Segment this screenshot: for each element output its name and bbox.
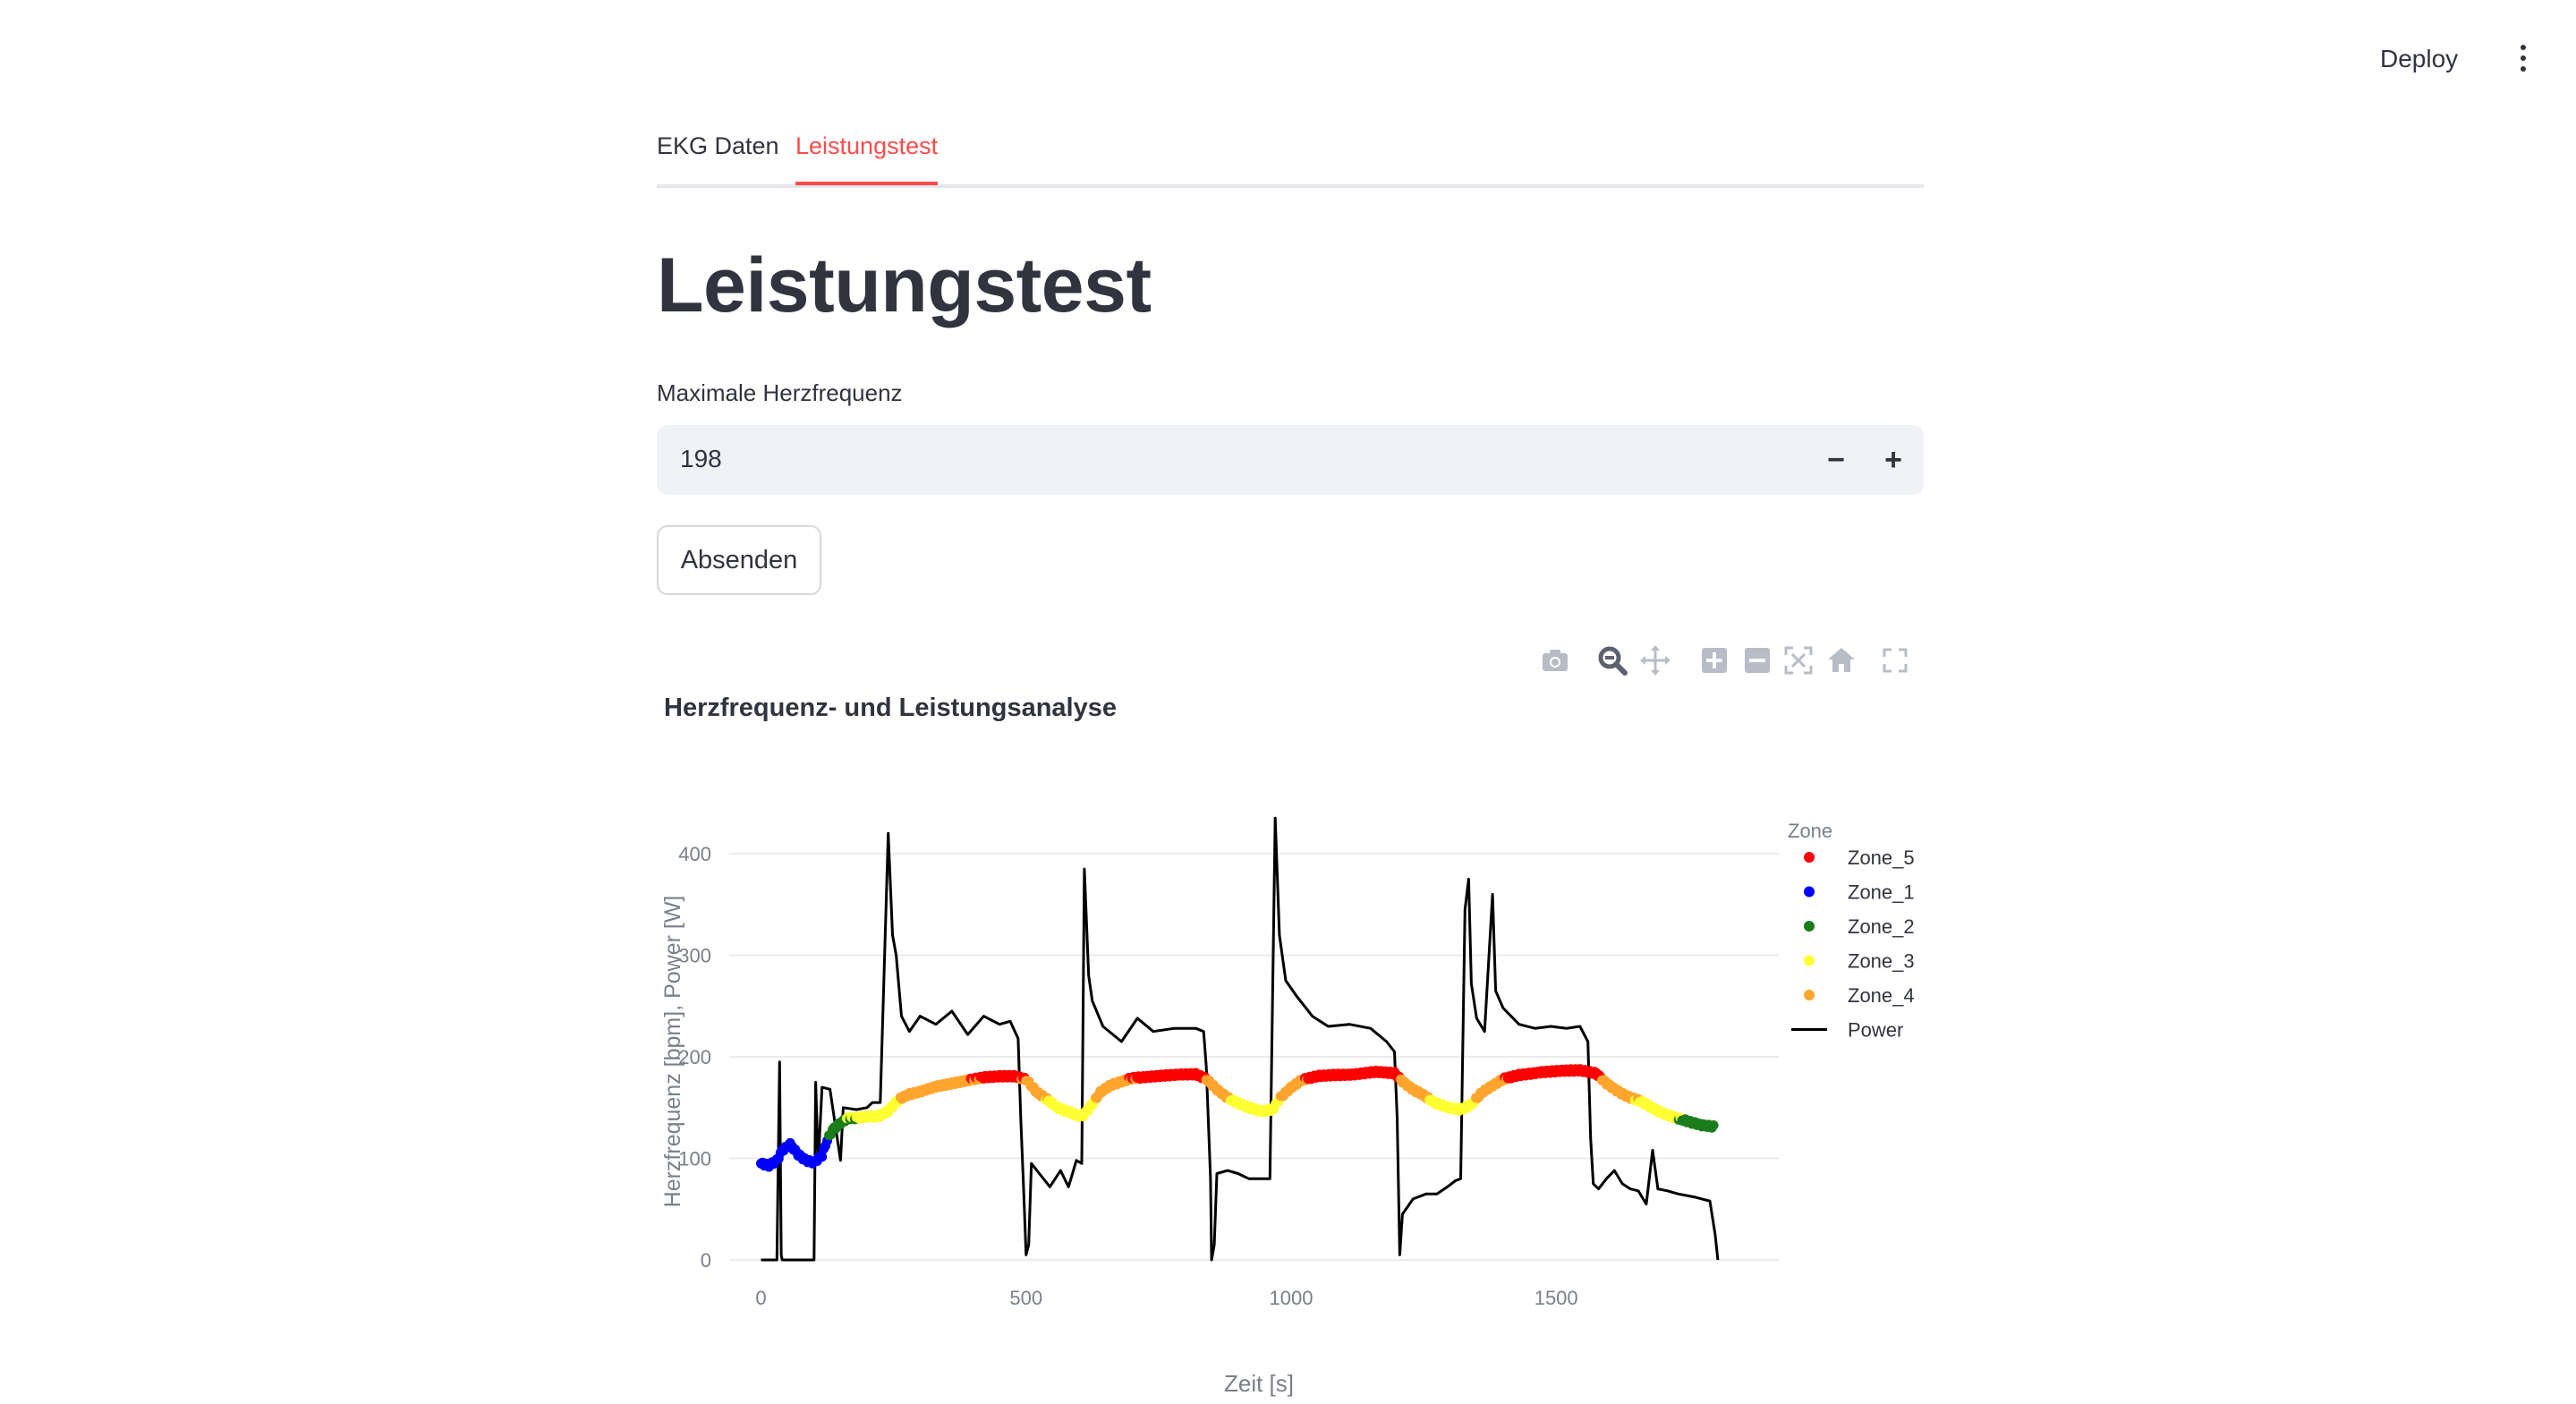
legend-item-zone-5[interactable]: Zone_5	[1848, 847, 1915, 869]
max-hr-number-input[interactable]: 198 − +	[657, 425, 1924, 495]
app-header: Deploy	[0, 0, 2576, 106]
autoscale-icon[interactable]	[1782, 644, 1815, 676]
legend-item-power[interactable]: Power	[1848, 1019, 1903, 1042]
zoom-icon[interactable]	[1596, 644, 1628, 676]
submit-button[interactable]: Absenden	[657, 525, 821, 595]
legend-item-zone-3[interactable]: Zone_3	[1848, 950, 1915, 973]
x-axis-label: Zeit [s]	[1224, 1370, 1294, 1397]
max-hr-label: Maximale Herzfrequenz	[657, 379, 903, 406]
page-title: Leistungstest	[657, 243, 1152, 328]
x-tick-label: 1500	[1535, 1287, 1578, 1309]
x-axis-ticks: 0 500 1000 1500	[755, 1287, 1577, 1309]
zoom-in-icon[interactable]	[1698, 644, 1730, 676]
increment-button[interactable]: +	[1865, 425, 1922, 495]
hr-power-chart[interactable]: Herzfrequenz- und Leistungsanalyse 01002…	[653, 680, 1942, 1404]
y-tick-label: 400	[678, 843, 711, 865]
x-tick-label: 0	[755, 1287, 766, 1309]
legend-item-zone-1[interactable]: Zone_1	[1848, 881, 1915, 904]
legend-marker	[1804, 886, 1815, 898]
legend-marker	[1804, 921, 1815, 932]
max-hr-value[interactable]: 198	[680, 445, 722, 473]
reset-axes-icon[interactable]	[1825, 644, 1858, 676]
y-tick-label: 0	[701, 1249, 711, 1272]
camera-icon[interactable]	[1539, 644, 1571, 676]
x-tick-label: 500	[1009, 1287, 1042, 1309]
x-tick-label: 1000	[1269, 1287, 1313, 1309]
main-menu-icon[interactable]	[2515, 45, 2531, 75]
y-axis-label: Herzfrequenz [bpm], Power [W]	[660, 896, 685, 1208]
pan-icon[interactable]	[1639, 644, 1671, 676]
legend-marker	[1804, 955, 1815, 966]
legend-item-zone-2[interactable]: Zone_2	[1848, 915, 1915, 938]
tab-bar: EKG Daten Leistungstest	[657, 123, 1924, 188]
zoom-out-icon[interactable]	[1741, 644, 1773, 676]
chart-legend: Zone Zone_5 Zone_1 Zone_2 Zone_3 Zone_4 Power	[1788, 820, 1915, 1042]
plot-area	[756, 816, 1720, 1262]
chart-title: Herzfrequenz- und Leistungsanalyse	[664, 693, 1117, 722]
legend-marker	[1804, 990, 1815, 1000]
decrement-button[interactable]: −	[1807, 425, 1865, 495]
tab-leistungstest[interactable]: Leistungstest	[795, 132, 939, 185]
legend-marker	[1804, 852, 1815, 863]
deploy-button[interactable]: Deploy	[2380, 45, 2458, 73]
hr-point-zone-2	[1708, 1120, 1719, 1130]
fullscreen-icon[interactable]	[1879, 644, 1911, 676]
tab-ekg-daten[interactable]: EKG Daten	[657, 132, 779, 182]
power-series-line	[761, 816, 1720, 1262]
legend-title: Zone	[1788, 820, 1832, 842]
legend-item-zone-4[interactable]: Zone_4	[1848, 984, 1915, 1007]
